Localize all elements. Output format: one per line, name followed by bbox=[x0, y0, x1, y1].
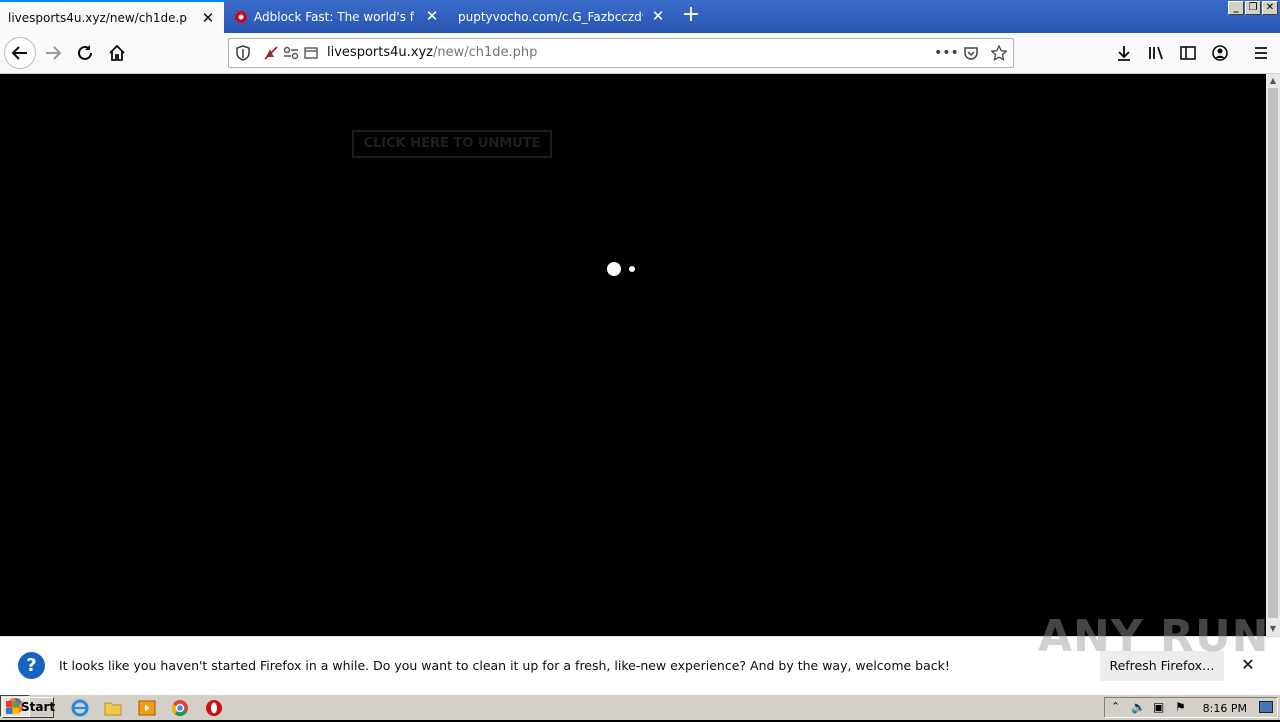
shield-icon[interactable] bbox=[235, 45, 251, 61]
system-tray: ⌃ 🔈 ▣ ⚑ 8:16 PM bbox=[1104, 697, 1278, 718]
start-button[interactable]: Start bbox=[2, 697, 56, 718]
reload-icon[interactable] bbox=[69, 37, 101, 69]
loading-dot-icon bbox=[607, 262, 621, 276]
ie-icon[interactable] bbox=[70, 698, 90, 718]
start-label: Start bbox=[21, 700, 56, 714]
minimize-icon[interactable]: _ bbox=[1228, 1, 1244, 15]
url-path: /new/ch1de.php bbox=[432, 45, 538, 60]
loading-dot-icon bbox=[629, 266, 635, 272]
network-icon[interactable]: ▣ bbox=[1153, 700, 1164, 714]
adblock-favicon-icon bbox=[234, 10, 248, 24]
page-info-icon[interactable] bbox=[303, 45, 319, 61]
close-window-icon[interactable]: ✕ bbox=[1262, 1, 1278, 15]
navigation-toolbar: livesports4u.xyz/new/ch1de.php ••• bbox=[0, 33, 1280, 74]
windows-taskbar: Start ⌃ 🔈 ▣ ⚑ 8:16 PM bbox=[0, 694, 1280, 720]
tab-title: livesports4u.xyz/new/ch1de.php bbox=[8, 10, 188, 25]
action-center-flag-icon[interactable]: ⚑ bbox=[1175, 700, 1186, 714]
scroll-thumb[interactable] bbox=[1268, 88, 1278, 618]
windows-logo-icon bbox=[6, 701, 19, 714]
opera-icon[interactable] bbox=[204, 698, 224, 718]
tab-bar: livesports4u.xyz/new/ch1de.php ✕ Adblock… bbox=[0, 0, 1280, 33]
volume-icon[interactable]: 🔈 bbox=[1131, 700, 1146, 714]
chrome-icon[interactable] bbox=[170, 698, 190, 718]
media-player-icon[interactable] bbox=[137, 698, 157, 718]
close-tab-icon[interactable]: ✕ bbox=[200, 10, 216, 26]
url-bar[interactable]: livesports4u.xyz/new/ch1de.php ••• bbox=[228, 38, 1014, 68]
tab-livesports[interactable]: livesports4u.xyz/new/ch1de.php ✕ bbox=[0, 0, 224, 33]
bookmark-star-icon[interactable] bbox=[990, 44, 1008, 61]
question-icon: ? bbox=[18, 652, 45, 679]
pocket-icon[interactable] bbox=[963, 45, 979, 61]
page-actions-icon[interactable]: ••• bbox=[934, 45, 959, 61]
scroll-up-icon[interactable]: ▲ bbox=[1266, 74, 1280, 88]
page-content: CLICK HERE TO UNMUTE bbox=[0, 74, 1266, 636]
tab-title: puptyvocho.com/c.G_Fazbcczd9-kfag bbox=[458, 9, 643, 24]
tab-title: Adblock Fast: The world's fastest bbox=[254, 9, 414, 24]
window-controls: _ ❐ ✕ bbox=[1228, 1, 1278, 15]
library-icon[interactable] bbox=[1140, 37, 1172, 69]
url-text: livesports4u.xyz/new/ch1de.php bbox=[327, 45, 537, 60]
downloads-icon[interactable] bbox=[1108, 37, 1140, 69]
tray-expand-icon[interactable]: ⌃ bbox=[1111, 700, 1120, 713]
new-tab-plus-icon[interactable]: + bbox=[680, 4, 702, 27]
sidebar-icon[interactable] bbox=[1172, 37, 1204, 69]
clock: 8:16 PM bbox=[1202, 702, 1247, 715]
back-arrow-icon[interactable] bbox=[4, 37, 36, 69]
permissions-icon[interactable] bbox=[283, 45, 299, 61]
folder-icon[interactable] bbox=[103, 698, 123, 718]
unmute-button[interactable]: CLICK HERE TO UNMUTE bbox=[352, 130, 552, 158]
close-tab-icon[interactable]: ✕ bbox=[424, 8, 440, 24]
vertical-scrollbar[interactable]: ▲ ▼ bbox=[1266, 74, 1280, 636]
account-icon[interactable] bbox=[1204, 37, 1236, 69]
restore-icon[interactable]: ❐ bbox=[1245, 1, 1261, 15]
home-icon[interactable] bbox=[101, 37, 133, 69]
close-tab-icon[interactable]: ✕ bbox=[650, 8, 666, 24]
url-host: livesports4u.xyz bbox=[327, 45, 433, 60]
tab-puptyvocho[interactable]: puptyvocho.com/c.G_Fazbcczd9-kfag ✕ bbox=[450, 0, 674, 33]
notification-message: It looks like you haven't started Firefo… bbox=[59, 658, 950, 673]
autoplay-blocked-icon[interactable] bbox=[263, 45, 279, 61]
hamburger-menu-icon[interactable] bbox=[1245, 37, 1277, 69]
show-desktop-icon[interactable] bbox=[1259, 701, 1273, 713]
tab-adblock[interactable]: Adblock Fast: The world's fastest ✕ bbox=[226, 0, 448, 33]
forward-arrow-icon[interactable] bbox=[37, 37, 69, 69]
anyrun-watermark: ANY RUN bbox=[1038, 611, 1270, 662]
